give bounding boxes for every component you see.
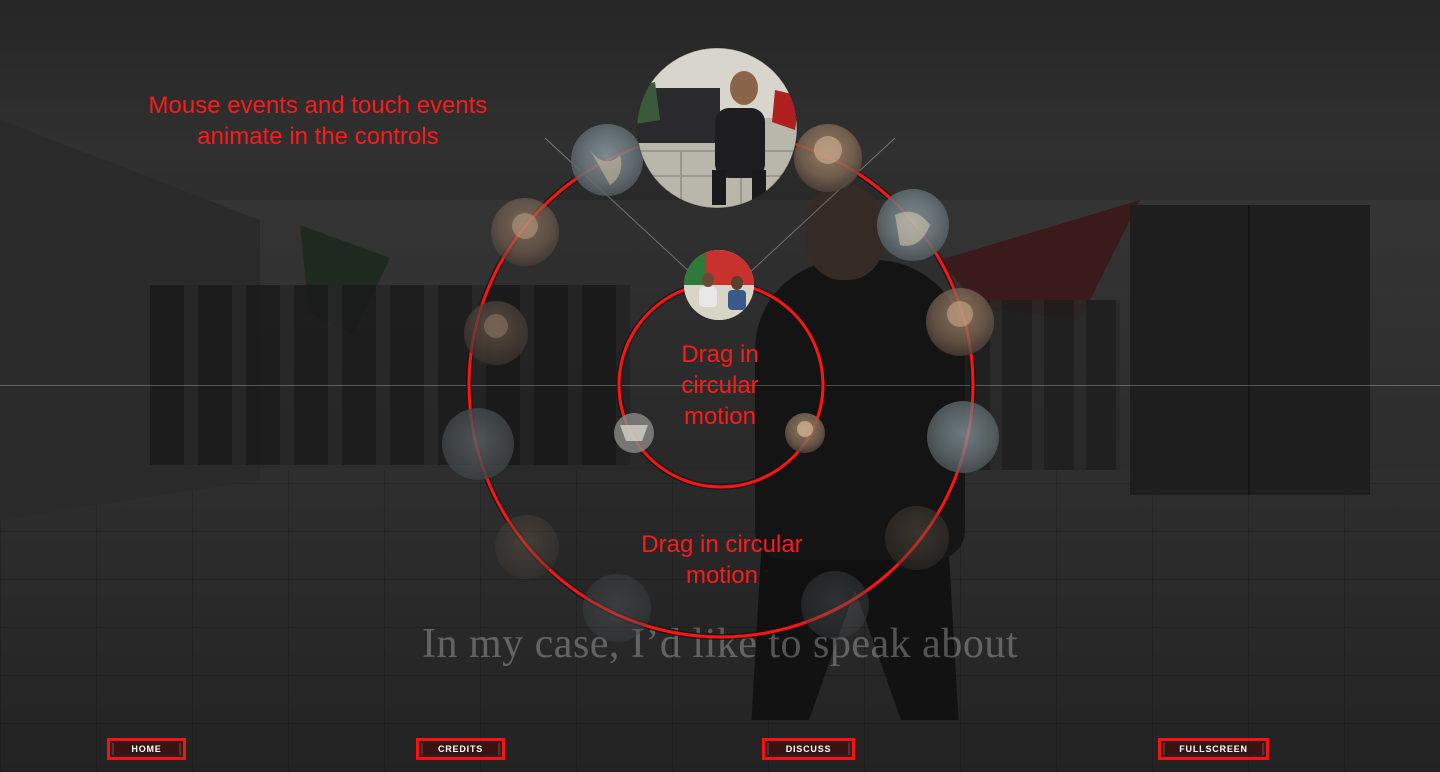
outer-thumbnail-beach-5[interactable] (583, 574, 651, 642)
inner-thumbnail-left[interactable] (614, 413, 654, 453)
inner-wheel-label-3: motion (684, 403, 756, 430)
inner-active-thumbnail[interactable] (684, 250, 754, 320)
discuss-label: DISCUSS (767, 743, 850, 755)
inner-wheel-label-2: circular (681, 372, 758, 399)
discuss-button[interactable]: DISCUSS (762, 738, 855, 760)
fullscreen-button[interactable]: FULLSCREEN (1158, 738, 1269, 760)
home-label: HOME (112, 743, 181, 755)
outer-thumbnail-face-6[interactable] (885, 506, 949, 570)
fullscreen-label: FULLSCREEN (1163, 743, 1264, 755)
outer-thumbnail-face-3[interactable] (464, 301, 528, 365)
outer-thumbnail-beach-6[interactable] (801, 571, 869, 639)
home-button[interactable]: HOME (107, 738, 186, 760)
credits-label: CREDITS (421, 743, 500, 755)
outer-thumbnail-face-5[interactable] (495, 515, 559, 579)
outer-wheel-label-1: Drag in circular (641, 531, 802, 558)
outer-thumbnail-beach-4[interactable] (927, 401, 999, 473)
outer-thumbnail-face-4[interactable] (926, 288, 994, 356)
outer-thumbnail-beach-3[interactable] (442, 408, 514, 480)
circular-controls: Drag in circular motion Drag in circular… (442, 47, 999, 642)
inner-thumbnail-right[interactable] (785, 413, 825, 453)
outer-wheel-label-2: motion (686, 562, 758, 589)
inner-wheel-label-1: Drag in (681, 341, 758, 368)
outer-thumbnail-beach-2[interactable] (877, 189, 949, 261)
credits-button[interactable]: CREDITS (416, 738, 505, 760)
outer-thumbnail-beach-1[interactable] (571, 124, 643, 196)
outer-thumbnail-face-1[interactable] (794, 124, 862, 192)
outer-thumbnail-face-2[interactable] (491, 198, 559, 266)
video-stage: In my case, I’d like to speak about Mous… (0, 0, 1440, 772)
